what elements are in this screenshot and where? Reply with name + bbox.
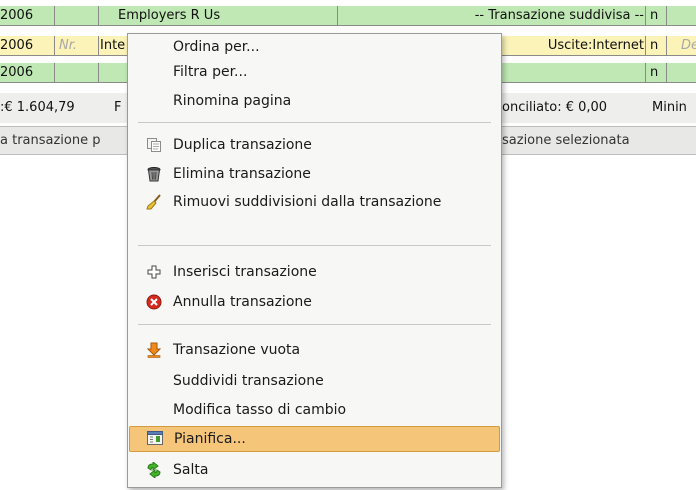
- menu-item-label: Annulla transazione: [173, 294, 312, 310]
- menu-separator: [138, 324, 491, 325]
- transfer-cell[interactable]: -- Transazione suddivisa --: [340, 6, 644, 25]
- menu-item-rename-page[interactable]: Rinomina pagina: [128, 89, 501, 113]
- status-text-left: a transazione p: [0, 133, 101, 148]
- menu-separator: [138, 245, 491, 246]
- menu-item-cancel-transaction[interactable]: Annulla transazione: [128, 290, 501, 314]
- menu-item-edit-exchange-rate[interactable]: Modifica tasso di cambio: [128, 398, 501, 422]
- menu-item-label: Transazione vuota: [173, 342, 301, 358]
- context-menu: Ordina per... Filtra per... Rinomina pag…: [127, 33, 502, 488]
- menu-item-delete-transaction[interactable]: Elimina transazione: [128, 162, 501, 186]
- description-cell[interactable]: [100, 63, 126, 82]
- num-cell[interactable]: [59, 63, 95, 82]
- menu-item-sort-by[interactable]: Ordina per...: [128, 35, 501, 59]
- menu-item-filter-by[interactable]: Filtra per...: [128, 60, 501, 84]
- menu-item-label: Rimuovi suddivisioni dalla transazione: [173, 194, 442, 210]
- menu-item-label: Suddividi transazione: [173, 373, 324, 389]
- broom-icon: [146, 194, 162, 210]
- menu-item-jump[interactable]: Salta: [128, 458, 501, 482]
- minimum-balance: Minin: [652, 100, 687, 115]
- description-cell[interactable]: Inte: [100, 36, 126, 55]
- reconcile-cell[interactable]: n: [650, 36, 662, 55]
- register-row[interactable]: 2006 Employers R Us -- Transazione suddi…: [0, 6, 696, 26]
- jump-icon: [146, 460, 162, 480]
- menu-item-label: Filtra per...: [173, 64, 248, 80]
- duplicate-icon: [146, 137, 162, 153]
- menu-item-label: Duplica transazione: [173, 137, 312, 153]
- amount-cell[interactable]: [681, 6, 696, 25]
- menu-item-schedule[interactable]: Pianifica...: [129, 426, 500, 452]
- menu-separator: [138, 122, 491, 123]
- menu-item-duplicate-transaction[interactable]: Duplica transazione: [128, 133, 501, 157]
- date-cell[interactable]: 2006: [0, 6, 52, 25]
- date-cell[interactable]: 2006: [0, 36, 52, 55]
- menu-item-blank-transaction[interactable]: Transazione vuota: [128, 338, 501, 362]
- transfer-cell[interactable]: Uscite:Internet: [502, 36, 644, 55]
- date-cell[interactable]: 2006: [0, 63, 52, 82]
- schedule-icon: [147, 430, 163, 446]
- menu-item-label: Elimina transazione: [173, 166, 311, 182]
- menu-item-insert-transaction[interactable]: Inserisci transazione: [128, 260, 501, 284]
- menu-item-remove-splits[interactable]: Rimuovi suddivisioni dalla transazione: [128, 190, 501, 214]
- reconcile-cell[interactable]: n: [650, 6, 662, 25]
- plus-icon: [146, 264, 162, 280]
- status-text-right: sazione selezionata: [502, 133, 630, 148]
- blank-transaction-icon: [146, 342, 162, 358]
- menu-item-label: Inserisci transazione: [173, 264, 317, 280]
- menu-item-label: Salta: [173, 462, 209, 478]
- num-cell[interactable]: [59, 6, 95, 25]
- menu-item-split-transaction[interactable]: Suddividi transazione: [128, 369, 501, 393]
- trash-icon: [146, 166, 162, 182]
- amount-cell[interactable]: De: [681, 36, 696, 55]
- menu-item-label: Ordina per...: [173, 39, 260, 55]
- menu-item-label: Pianifica...: [174, 431, 246, 447]
- reconcile-cell[interactable]: n: [650, 63, 662, 82]
- cancel-icon: [146, 294, 162, 310]
- reconciled-balance: onciliato: € 0,00: [502, 100, 608, 115]
- num-cell[interactable]: Nr.: [59, 36, 95, 55]
- description-cell[interactable]: Employers R Us: [118, 6, 338, 25]
- present-balance: :€ 1.604,79: [0, 100, 75, 115]
- menu-item-label: Rinomina pagina: [173, 93, 292, 109]
- menu-item-label: Modifica tasso di cambio: [173, 402, 347, 418]
- future-balance: F: [114, 100, 122, 115]
